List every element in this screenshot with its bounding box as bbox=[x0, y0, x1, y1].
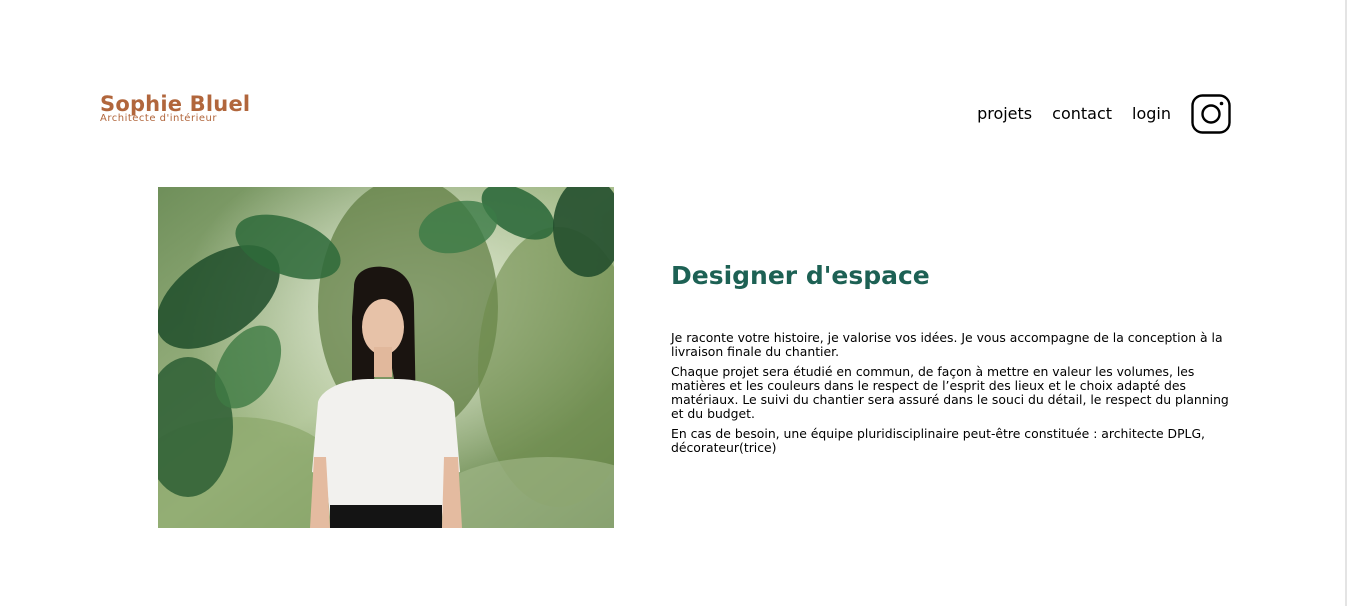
instagram-icon[interactable] bbox=[1191, 94, 1231, 134]
nav-projects-link[interactable]: projets bbox=[977, 94, 1032, 134]
intro-paragraph: En cas de besoin, une équipe pluridiscip… bbox=[671, 426, 1206, 455]
nav-contact-link[interactable]: contact bbox=[1052, 94, 1112, 134]
main-nav: projets contact login bbox=[977, 94, 1231, 134]
brand-logo[interactable]: Sophie Bluel Architecte d'intérieur bbox=[100, 92, 250, 124]
portrait-photo bbox=[158, 187, 614, 528]
introduction-text: Designer d'espace Je raconte votre histo… bbox=[671, 259, 1243, 461]
intro-paragraph: Je raconte votre histoire, je valorise v… bbox=[671, 330, 1223, 359]
page: Sophie Bluel Architecte d'intérieur proj… bbox=[0, 0, 1347, 606]
portrait-image bbox=[158, 187, 614, 528]
intro-title: Designer d'espace bbox=[671, 261, 930, 290]
nav-login-link[interactable]: login bbox=[1132, 94, 1171, 134]
intro-paragraph: Chaque projet sera étudié en commun, de … bbox=[671, 364, 1229, 421]
